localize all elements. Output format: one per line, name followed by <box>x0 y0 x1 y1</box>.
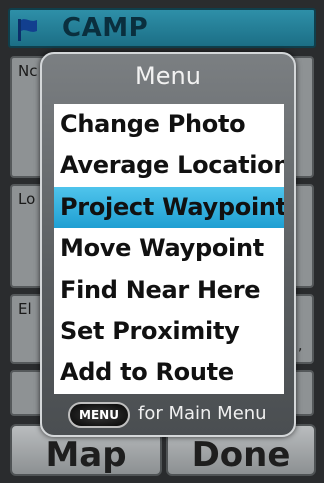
menu-item-change-photo[interactable]: Change Photo <box>54 104 284 145</box>
menu-item-set-proximity[interactable]: Set Proximity <box>54 311 284 352</box>
menu-title: Menu <box>135 62 201 90</box>
title-bar: CAMP <box>8 8 316 48</box>
elevation-value-fragment: , <box>298 338 303 354</box>
menu-item-project-waypoint[interactable]: Project Waypoint <box>54 186 284 229</box>
location-field-label: Lo <box>18 190 36 208</box>
menu-list: Change Photo Average Location Project Wa… <box>54 104 284 394</box>
menu-item-add-to-route[interactable]: Add to Route <box>54 352 284 393</box>
elevation-field-label: El <box>18 300 32 318</box>
flag-icon <box>18 19 37 41</box>
menu-item-find-near-here[interactable]: Find Near Here <box>54 270 284 311</box>
menu-dialog: Menu Change Photo Average Location Proje… <box>40 52 296 437</box>
name-field-label: Nc <box>18 62 38 80</box>
menu-item-average-location[interactable]: Average Location <box>54 145 284 186</box>
menu-footer-text: for Main Menu <box>138 403 267 424</box>
menu-key-button[interactable]: MENU <box>68 402 130 428</box>
page-title: CAMP <box>62 13 149 43</box>
menu-footer: MENU for Main Menu <box>42 402 294 430</box>
menu-item-move-waypoint[interactable]: Move Waypoint <box>54 228 284 269</box>
